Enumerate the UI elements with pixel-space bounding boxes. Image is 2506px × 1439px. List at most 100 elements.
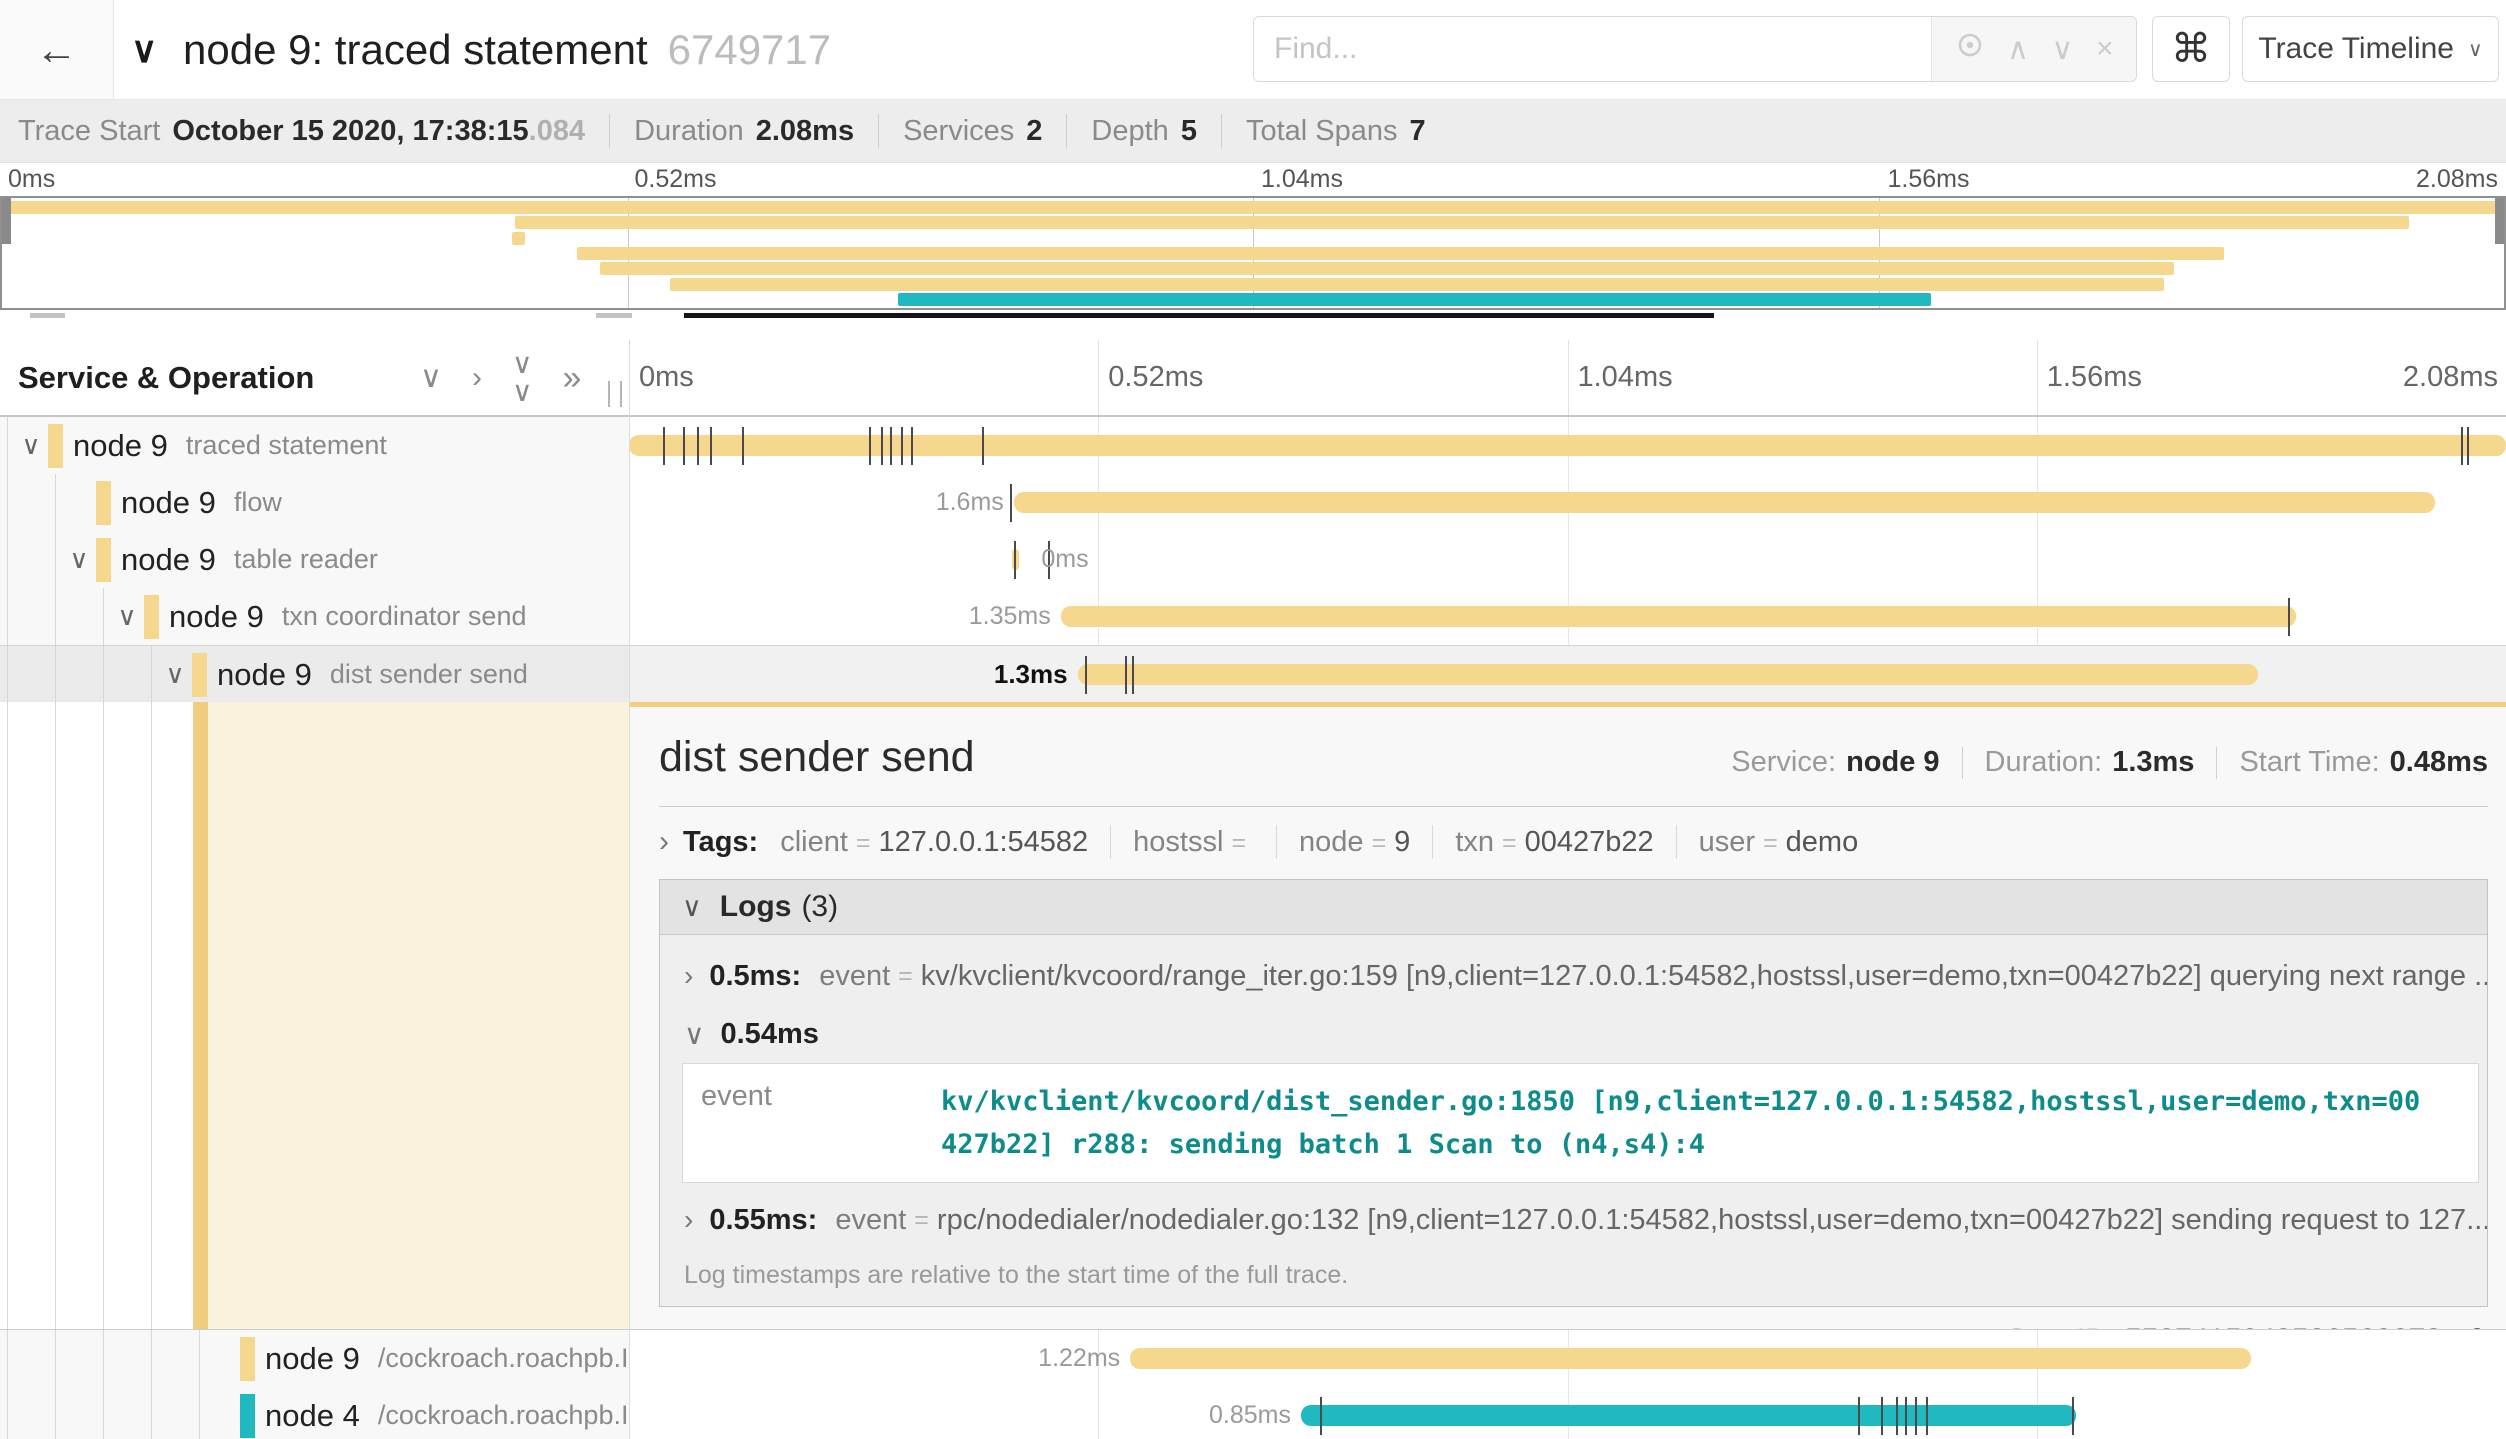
summary-separator — [609, 114, 610, 148]
row-chevron-icon[interactable]: ∨ — [158, 646, 192, 702]
span-row[interactable]: ∨node 9dist sender send1.3ms — [0, 645, 2506, 702]
tag-key: txn — [1455, 826, 1494, 859]
find-prev-icon[interactable]: ∧ — [2007, 32, 2029, 67]
span-name-cell[interactable]: node 4/cockroach.roachpb.I... — [0, 1387, 629, 1439]
span-name-cell[interactable]: node 9flow — [0, 474, 629, 531]
indent-guide — [55, 702, 56, 1329]
row-chevron-icon[interactable]: ∨ — [14, 417, 48, 474]
tag-separator — [1676, 825, 1677, 859]
span-row[interactable]: node 9/cockroach.roachpb.I... 1.22ms — [0, 1330, 2506, 1387]
back-button[interactable]: ← — [0, 0, 114, 99]
indent-guide — [55, 474, 56, 531]
ruler-tick-label: 0ms — [639, 340, 694, 415]
log-entry-expanded-header[interactable]: ∨0.54ms — [660, 1007, 2487, 1061]
tag-key: hostssl — [1133, 826, 1223, 859]
logs-accordion: ∨ Logs (3) ›0.5ms:event=kv/kvclient/kvco… — [659, 879, 2488, 1307]
keyboard-shortcuts-button[interactable]: ⌘ — [2152, 16, 2230, 82]
log-marker-tick — [683, 427, 685, 465]
span-row[interactable]: ∨node 9table reader0ms — [0, 531, 2506, 588]
logs-count: (3) — [801, 890, 838, 924]
tags-row[interactable]: ›Tags:client=127.0.0.1:54582hostssl=node… — [659, 825, 2488, 859]
expand-all-icon[interactable]: » — [562, 361, 581, 395]
collapse-one-icon[interactable]: ∨ — [420, 363, 442, 393]
span-row[interactable]: node 9flow1.6ms — [0, 474, 2506, 531]
minimap-scrubber[interactable] — [684, 313, 1714, 318]
summary-item: Total Spans7 — [1246, 115, 1426, 148]
find-input[interactable] — [1254, 17, 1931, 81]
ruler-tick-label: 2.08ms — [2403, 340, 2498, 415]
span-duration-label: 0.85ms — [1071, 1387, 1291, 1439]
span-duration-bar[interactable] — [1301, 1405, 2076, 1426]
summary-value-suffix: .084 — [529, 115, 585, 148]
row-chevron-icon[interactable]: ∨ — [110, 588, 144, 645]
chevron-down-icon: ∨ — [131, 29, 157, 71]
tag-equals: = — [1502, 829, 1517, 858]
span-duration-bar[interactable] — [1078, 664, 2259, 685]
log-marker-tick — [911, 427, 913, 465]
indent-guide — [7, 1330, 8, 1387]
tag-value: 9 — [1394, 826, 1410, 859]
operation-name: table reader — [234, 544, 378, 575]
span-name-cell[interactable]: ∨node 9txn coordinator send — [0, 588, 629, 645]
span-operation-title: dist sender send — [659, 733, 975, 782]
tag-equals: = — [1763, 829, 1778, 858]
chevron-down-icon: ∨ — [2468, 37, 2483, 62]
minimap-viewport[interactable] — [0, 196, 2506, 310]
log-entry-collapsed[interactable]: ›0.5ms:event=kv/kvclient/kvcoord/range_i… — [660, 945, 2487, 1007]
span-duration-bar[interactable] — [1061, 606, 2296, 627]
indent-guide — [55, 531, 56, 588]
span-name-cell[interactable]: node 9/cockroach.roachpb.I... — [0, 1330, 629, 1387]
minimap-left-handle[interactable] — [2, 198, 11, 244]
row-chevron-icon[interactable]: ∨ — [62, 531, 96, 588]
deep-link-icon[interactable] — [2456, 1324, 2488, 1329]
span-name-cell[interactable]: ∨ node 9dist sender send — [0, 646, 629, 702]
operation-name: txn coordinator send — [282, 601, 527, 632]
span-name-cell[interactable]: ∨node 9traced statement — [0, 417, 629, 474]
span-duration-label: 1.22ms — [900, 1330, 1120, 1387]
span-row[interactable]: ∨node 9txn coordinator send1.35ms — [0, 588, 2506, 645]
collapse-all-icon[interactable]: ∨∨ — [512, 350, 533, 406]
expand-one-icon[interactable]: › — [472, 363, 482, 393]
span-name: node 9dist sender send — [217, 646, 528, 702]
log-timestamp: 0.54ms — [721, 1018, 819, 1051]
minimap-scroll-grip[interactable] — [596, 313, 631, 318]
span-row[interactable]: ∨node 9traced statement — [0, 417, 2506, 474]
minimap-scroll-grip[interactable] — [30, 313, 65, 318]
log-entry-collapsed[interactable]: ›0.55ms:event=rpc/nodedialer/nodedialer.… — [660, 1189, 2487, 1251]
log-marker-tick — [901, 427, 903, 465]
tag-separator — [1432, 825, 1433, 859]
span-name-cell[interactable]: ∨node 9table reader — [0, 531, 629, 588]
log-marker-tick — [1926, 1397, 1928, 1435]
stat-item: Start Time:0.48ms — [2239, 746, 2488, 779]
focus-target-icon[interactable] — [1955, 30, 1985, 68]
minimap-tick-labels: 0ms0.52ms1.04ms1.56ms2.08ms — [0, 165, 2506, 195]
span-row[interactable]: node 4/cockroach.roachpb.I... 0.85ms — [0, 1387, 2506, 1439]
find-bar: ∧ ∨ × — [1253, 16, 2137, 82]
operation-name: /cockroach.roachpb.I... — [378, 1400, 629, 1431]
log-field-equals: = — [914, 1206, 929, 1235]
tag-key: node — [1299, 826, 1364, 859]
operation-name: flow — [234, 487, 282, 518]
indent-guide — [103, 1330, 104, 1387]
find-clear-icon[interactable]: × — [2096, 32, 2114, 66]
summary-label: Duration — [634, 115, 744, 148]
span-duration-bar[interactable] — [1130, 1348, 2251, 1369]
span-duration-bar[interactable] — [1014, 492, 2435, 513]
tag-key: client — [780, 826, 848, 859]
minimap-right-handle[interactable] — [2495, 198, 2504, 244]
find-next-icon[interactable]: ∨ — [2051, 32, 2073, 67]
service-name: node 4 — [265, 1398, 360, 1434]
log-marker-tick — [1881, 1397, 1883, 1435]
column-divider[interactable] — [629, 340, 630, 1439]
logs-header[interactable]: ∨ Logs (3) — [660, 880, 2487, 935]
log-marker-tick — [1320, 1397, 1322, 1435]
tag-key: user — [1699, 826, 1755, 859]
view-selector-button[interactable]: Trace Timeline ∨ — [2242, 16, 2499, 82]
spanid-value: 5597415943526560273 — [2125, 1323, 2442, 1329]
indent-guide — [55, 588, 56, 645]
trace-collapse-toggle[interactable]: ∨ — [131, 0, 157, 99]
column-resize-grip[interactable] — [608, 381, 622, 407]
indent-guide — [7, 474, 8, 531]
stat-label: Service: — [1731, 746, 1836, 779]
log-marker-tick — [663, 427, 665, 465]
